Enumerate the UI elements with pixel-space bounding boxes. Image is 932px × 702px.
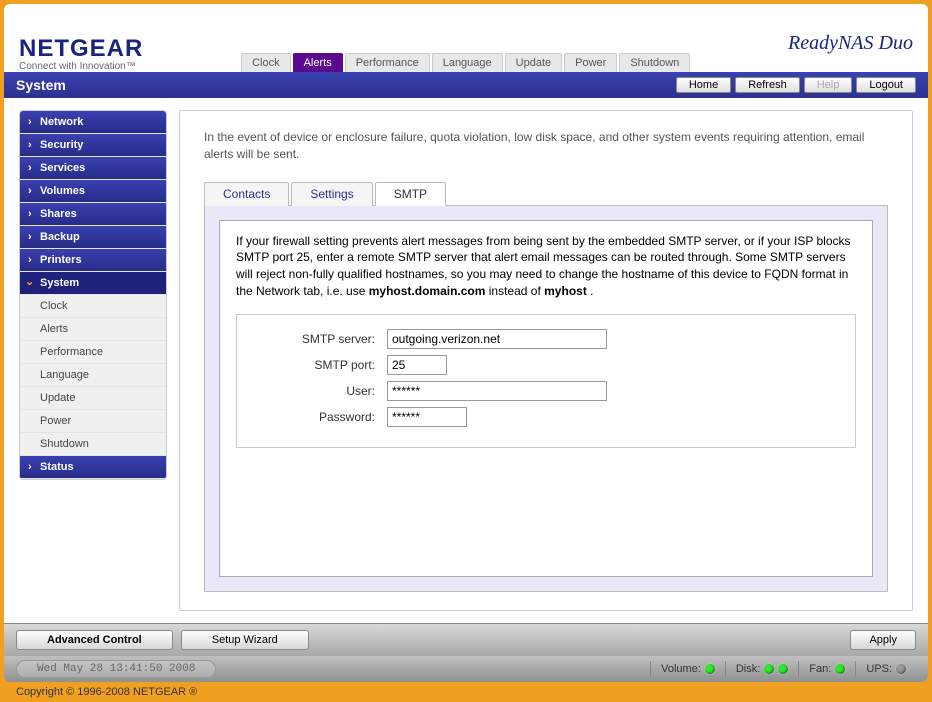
sidebar-sub-clock[interactable]: Clock <box>20 295 166 318</box>
refresh-button[interactable]: Refresh <box>735 77 800 93</box>
disk-led-1-icon <box>764 664 774 674</box>
label-smtp-password: Password: <box>257 410 387 424</box>
input-smtp-port[interactable] <box>387 355 447 375</box>
help-button[interactable]: Help <box>804 77 853 93</box>
sidebar-sub-alerts[interactable]: Alerts <box>20 318 166 341</box>
input-smtp-password[interactable] <box>387 407 467 427</box>
top-tab-power[interactable]: Power <box>564 53 617 72</box>
status-ups-label: UPS: <box>866 663 892 675</box>
sidebar-item-printers[interactable]: Printers <box>20 249 166 272</box>
sidebar-sub-update[interactable]: Update <box>20 387 166 410</box>
subtabs: Contacts Settings SMTP <box>204 181 888 206</box>
advanced-control-button[interactable]: Advanced Control <box>16 630 173 650</box>
apply-button[interactable]: Apply <box>850 630 916 650</box>
status-disk: Disk: <box>725 661 798 677</box>
top-tab-language[interactable]: Language <box>432 53 503 72</box>
row-smtp-server: SMTP server: <box>257 329 835 349</box>
sidebar-item-security[interactable]: Security <box>20 134 166 157</box>
row-smtp-user: User: <box>257 381 835 401</box>
top-tab-alerts[interactable]: Alerts <box>293 53 343 72</box>
subtab-smtp[interactable]: SMTP <box>375 182 446 206</box>
status-fan-label: Fan: <box>809 663 831 675</box>
status-ups: UPS: <box>855 661 916 677</box>
brand-logo: NETGEAR <box>19 35 143 63</box>
ups-led-icon <box>896 664 906 674</box>
app-frame: NETGEAR Connect with Innovation™ Clock A… <box>4 4 928 682</box>
product-name: ReadyNAS Duo <box>788 32 913 55</box>
sidebar-item-shares[interactable]: Shares <box>20 203 166 226</box>
sidebar-item-system[interactable]: System <box>20 272 166 295</box>
label-smtp-user: User: <box>257 384 387 398</box>
home-button[interactable]: Home <box>676 77 731 93</box>
content-panel: In the event of device or enclosure fail… <box>179 110 913 611</box>
fan-led-icon <box>835 664 845 674</box>
help-bold2: myhost <box>544 284 587 298</box>
smtp-form: SMTP server: SMTP port: User: Passw <box>236 314 856 448</box>
label-smtp-port: SMTP port: <box>257 358 387 372</box>
label-smtp-server: SMTP server: <box>257 332 387 346</box>
logo-area: NETGEAR Connect with Innovation™ <box>19 35 143 72</box>
sidebar-sub-language[interactable]: Language <box>20 364 166 387</box>
input-smtp-user[interactable] <box>387 381 607 401</box>
logout-button[interactable]: Logout <box>856 77 916 93</box>
title-bar: System Home Refresh Help Logout <box>4 72 928 98</box>
sidebar-item-volumes[interactable]: Volumes <box>20 180 166 203</box>
sidebar: Network Security Services Volumes Shares… <box>19 110 167 480</box>
copyright: Copyright © 1996-2008 NETGEAR ® <box>4 682 928 702</box>
bottom-left: Advanced Control Setup Wizard <box>16 630 309 650</box>
status-volume-label: Volume: <box>661 663 701 675</box>
smtp-panel: If your firewall setting prevents alert … <box>204 206 888 592</box>
row-smtp-port: SMTP port: <box>257 355 835 375</box>
help-bold1: myhost.domain.com <box>369 284 486 298</box>
help-mid: instead of <box>485 284 544 298</box>
top-tab-performance[interactable]: Performance <box>345 53 430 72</box>
sidebar-item-backup[interactable]: Backup <box>20 226 166 249</box>
brand-tagline: Connect with Innovation™ <box>19 61 143 72</box>
status-volume: Volume: <box>650 661 725 677</box>
header: NETGEAR Connect with Innovation™ Clock A… <box>4 4 928 72</box>
top-tab-shutdown[interactable]: Shutdown <box>619 53 690 72</box>
setup-wizard-button[interactable]: Setup Wizard <box>181 630 309 650</box>
smtp-panel-inner: If your firewall setting prevents alert … <box>219 220 873 577</box>
status-fan: Fan: <box>798 661 855 677</box>
top-tab-clock[interactable]: Clock <box>241 53 291 72</box>
help-suffix: . <box>587 284 594 298</box>
status-datetime: Wed May 28 13:41:50 2008 <box>16 660 216 678</box>
status-indicators: Volume: Disk: Fan: UPS: <box>650 661 916 677</box>
sidebar-item-services[interactable]: Services <box>20 157 166 180</box>
subtab-contacts[interactable]: Contacts <box>204 182 289 206</box>
bottom-bar: Advanced Control Setup Wizard Apply <box>4 623 928 656</box>
input-smtp-server[interactable] <box>387 329 607 349</box>
page-title: System <box>16 77 66 93</box>
disk-led-2-icon <box>778 664 788 674</box>
status-bar: Wed May 28 13:41:50 2008 Volume: Disk: F… <box>4 656 928 682</box>
subtab-settings[interactable]: Settings <box>291 182 372 206</box>
status-disk-label: Disk: <box>736 663 760 675</box>
sidebar-sub-shutdown[interactable]: Shutdown <box>20 433 166 456</box>
top-tabs: Clock Alerts Performance Language Update… <box>241 53 690 72</box>
intro-text: In the event of device or enclosure fail… <box>204 129 888 163</box>
sidebar-item-status[interactable]: Status <box>20 456 166 479</box>
row-smtp-password: Password: <box>257 407 835 427</box>
sidebar-item-network[interactable]: Network <box>20 111 166 134</box>
main-area: Network Security Services Volumes Shares… <box>4 98 928 623</box>
sidebar-sub-power[interactable]: Power <box>20 410 166 433</box>
top-tab-update[interactable]: Update <box>505 53 562 72</box>
volume-led-icon <box>705 664 715 674</box>
sidebar-sub-performance[interactable]: Performance <box>20 341 166 364</box>
smtp-help-text: If your firewall setting prevents alert … <box>236 233 856 300</box>
title-bar-buttons: Home Refresh Help Logout <box>676 77 916 93</box>
